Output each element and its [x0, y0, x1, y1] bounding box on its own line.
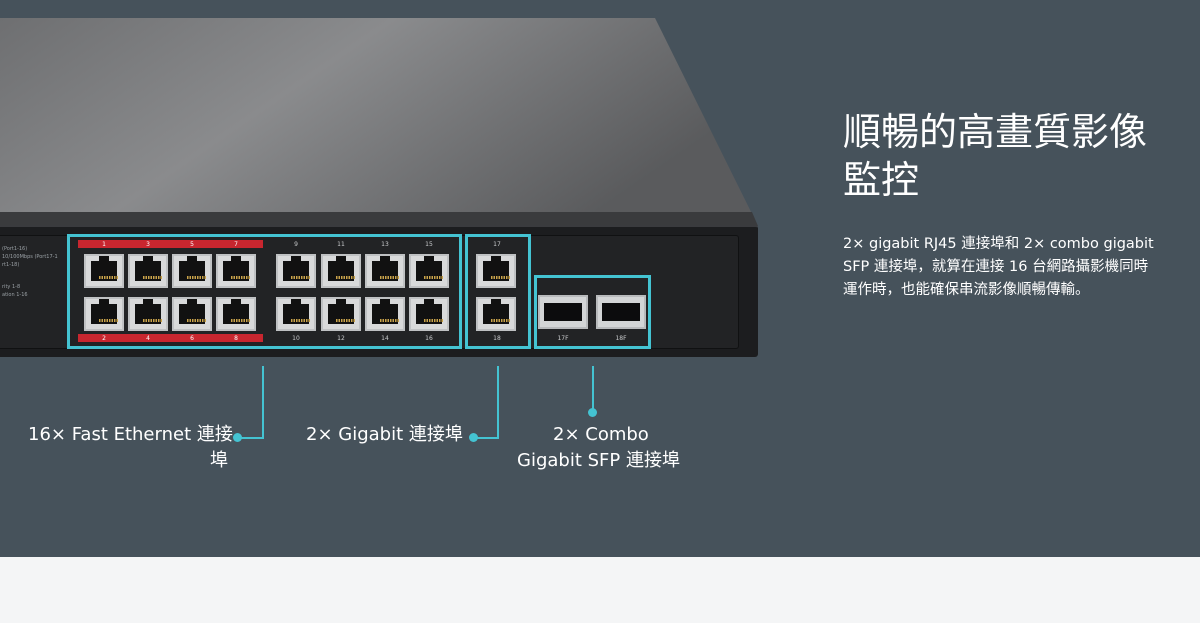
heading-line: 監控	[843, 158, 920, 202]
legend-text: 10/100Mbps (Port17-1	[2, 254, 58, 260]
page-footer-area	[0, 557, 1200, 623]
section-description: 2× gigabit RJ45 連接埠和 2× combo gigabit SF…	[843, 233, 1193, 302]
legend-text: (Port1-16)	[2, 246, 28, 252]
fast-ethernet-caption-cont: 埠	[210, 450, 228, 471]
combo-caption-cont: Gigabit SFP 連接埠	[517, 450, 680, 471]
combo-caption: 2× Combo	[553, 424, 649, 445]
gigabit-highlight	[465, 234, 531, 349]
callout-line	[592, 366, 594, 411]
callout-dot	[233, 433, 242, 442]
legend-text: ation 1-16	[2, 292, 28, 298]
callout-dot	[588, 408, 597, 417]
heading-line: 順暢的高畫質影像	[843, 110, 1148, 154]
legend-text: rt1-18)	[2, 262, 20, 268]
combo-sfp-highlight	[534, 275, 651, 349]
callout-line	[240, 437, 264, 439]
description-line: 運作時，也能確保串流影像順暢傳輸。	[843, 282, 1090, 298]
description-line: SFP 連接埠，就算在連接 16 台網路攝影機同時	[843, 259, 1149, 275]
fast-ethernet-highlight	[67, 234, 462, 349]
switch-top-surface	[0, 18, 758, 226]
hero-panel: (Port1-16) 10/100Mbps (Port17-1 rt1-18) …	[0, 0, 1200, 557]
callout-line	[262, 366, 264, 439]
gigabit-caption: 2× Gigabit 連接埠	[306, 424, 463, 445]
callout-dot	[469, 433, 478, 442]
callout-line	[476, 437, 499, 439]
fast-ethernet-caption: 16× Fast Ethernet 連接	[28, 424, 233, 445]
legend-text: rity 1-8	[2, 284, 21, 290]
callout-line	[497, 366, 499, 439]
description-line: 2× gigabit RJ45 連接埠和 2× combo gigabit	[843, 236, 1154, 252]
section-heading: 順暢的高畫質影像 監控	[843, 108, 1193, 204]
